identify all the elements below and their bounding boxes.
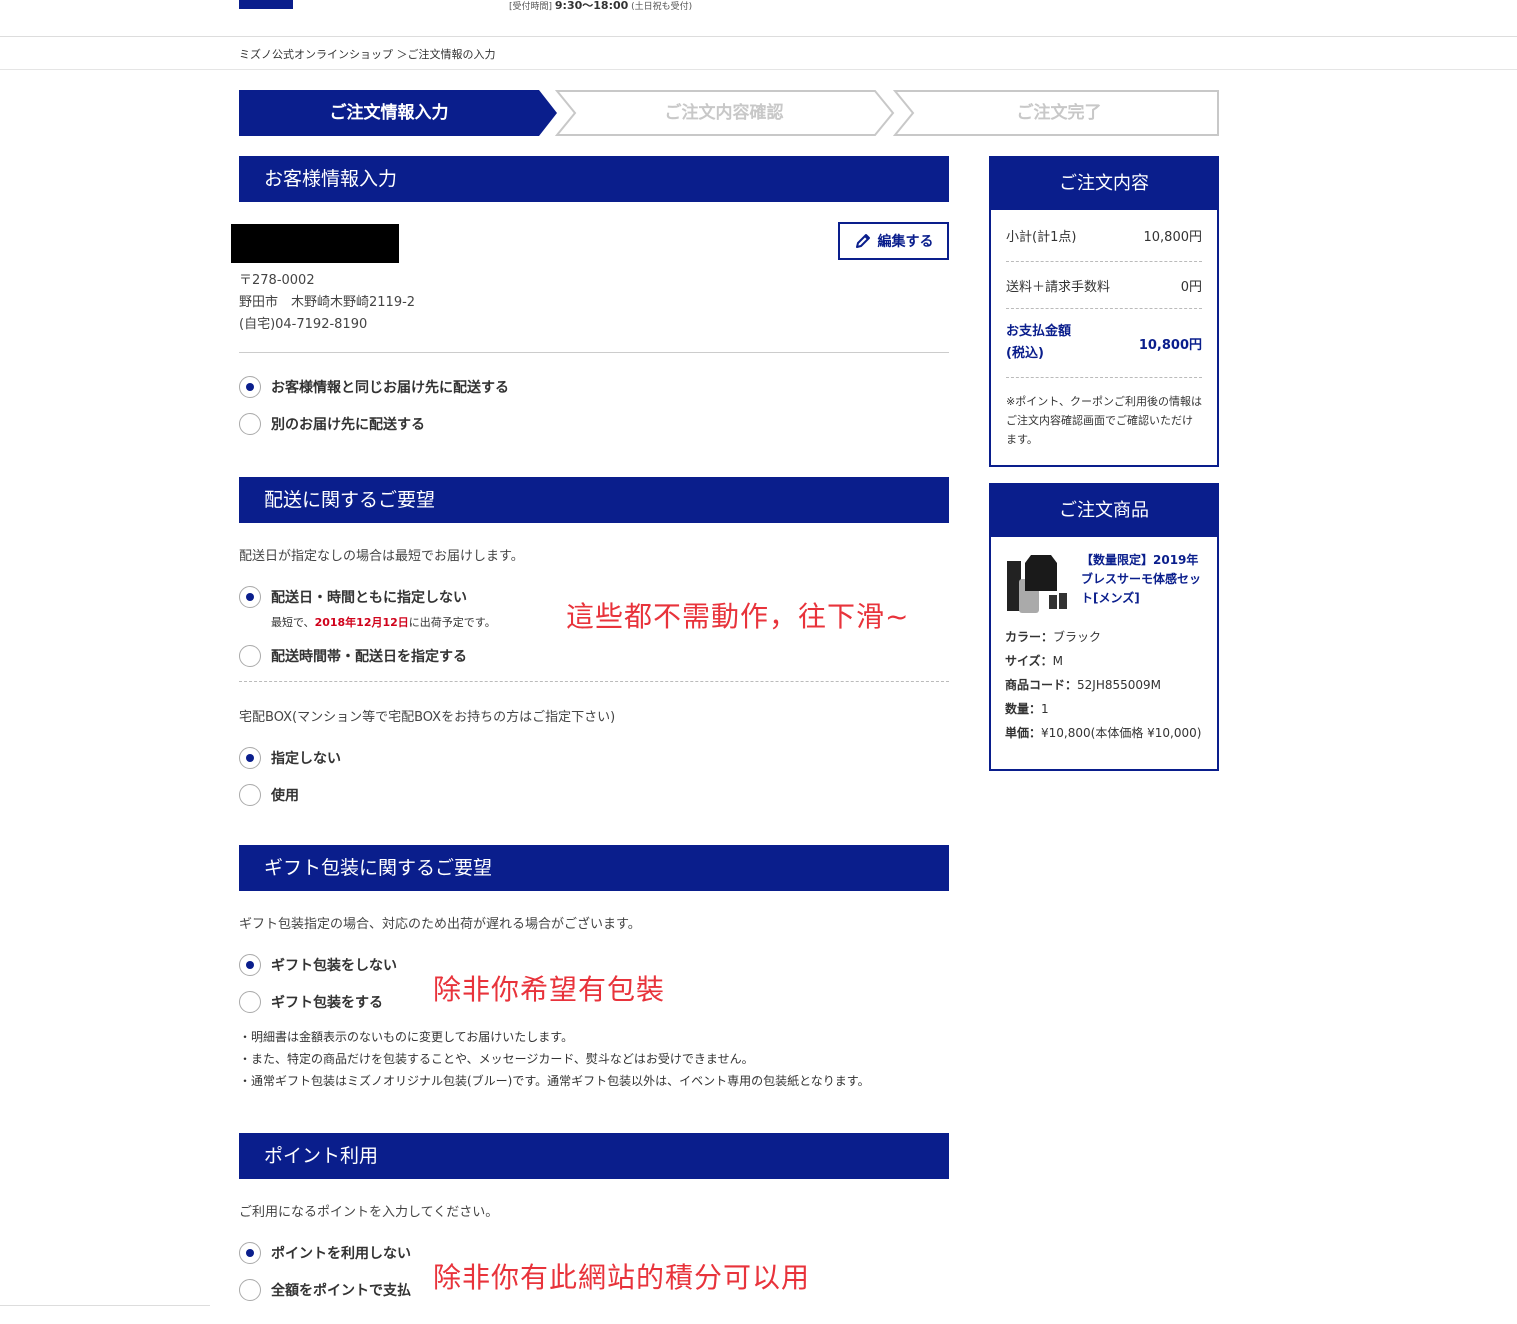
radio-box-none[interactable]: 指定しない <box>239 747 341 769</box>
gift-notes: ・明細書は金額表示のないものに変更してお届けいたします。 ・また、特定の商品だけ… <box>239 1026 870 1092</box>
radio-selected-icon[interactable] <box>239 954 261 976</box>
radio-empty-icon[interactable] <box>239 645 261 667</box>
site-logo[interactable] <box>239 0 293 9</box>
radio-selected-icon[interactable] <box>239 747 261 769</box>
annotation-scroll-down: 這些都不需動作，往下滑~ <box>566 600 910 633</box>
product-item: 【数量限定】2019年ブレスサーモ体感セット[メンズ] <box>1005 551 1203 615</box>
order-items-heading: ご注文商品 <box>991 485 1217 537</box>
total-label: お支払金額 (税込) <box>1006 324 1072 361</box>
product-image[interactable] <box>1005 551 1071 615</box>
radio-empty-icon[interactable] <box>239 1279 261 1301</box>
pencil-icon <box>855 234 870 248</box>
subtotal-value: 10,800円 <box>1143 230 1203 245</box>
radio-selected-icon[interactable] <box>239 586 261 608</box>
gift-note-item: ・また、特定の商品だけを包装することや、メッセージカード、熨斗などはお受けできま… <box>239 1052 754 1066</box>
breadcrumb: ミズノ公式オンラインショップ ＞ご注文情報の入力 <box>239 48 496 61</box>
dashed-divider <box>239 681 949 682</box>
phone: (自宅)04-7192-8190 <box>239 317 368 332</box>
radio-label: ギフト包装をしない <box>271 958 397 974</box>
radio-other-address[interactable]: 別のお届け先に配送する <box>239 413 425 435</box>
radio-label: 指定しない <box>271 751 341 767</box>
bottom-divider <box>0 1305 210 1306</box>
radio-empty-icon[interactable] <box>239 784 261 806</box>
radio-selected-icon[interactable] <box>239 1242 261 1264</box>
product-color: カラー：ブラック <box>1005 630 1102 644</box>
subtotal-label: 小計(計1点) <box>1006 230 1077 245</box>
radio-selected-icon[interactable] <box>239 376 261 398</box>
points-note: ご利用になるポイントを入力してください。 <box>239 1205 499 1220</box>
shipping-date: 2018年12月12日 <box>314 616 409 629</box>
checkout-steps: ご注文情報入力 ご注文内容確認 ご注文完了 <box>239 90 1219 136</box>
gift-note-item: ・明細書は金額表示のないものに変更してお届けいたします。 <box>239 1030 574 1044</box>
total-value: 10,800円 <box>1138 337 1202 353</box>
shipping-row: 送料＋請求手数料 0円 <box>1006 262 1202 309</box>
shipping-value: 0円 <box>1180 279 1202 295</box>
radio-label: 配送日・時間ともに指定しない <box>271 590 467 606</box>
shipping-label: 送料＋請求手数料 <box>1006 279 1111 295</box>
annotation-points: 除非你有此網站的積分可以用 <box>433 1261 811 1294</box>
delivery-heading: 配送に関するご要望 <box>239 477 949 523</box>
header-divider <box>0 36 1517 37</box>
radio-no-date[interactable]: 配送日・時間ともに指定しない <box>239 586 467 608</box>
radio-label: 別のお届け先に配送する <box>271 417 425 433</box>
radio-label: ポイントを利用しない <box>271 1246 411 1262</box>
points-heading: ポイント利用 <box>239 1133 949 1179</box>
shipping-estimate: 最短で、2018年12月12日に出荷予定です。 <box>271 616 496 629</box>
product-price: 単価：¥10,800(本体価格 ¥10,000) <box>1005 726 1202 740</box>
delivery-note: 配送日が指定なしの場合は最短でお届けします。 <box>239 549 524 564</box>
radio-no-points[interactable]: ポイントを利用しない <box>239 1242 411 1264</box>
gift-note: ギフト包装指定の場合、対応のため出荷が遅れる場合がございます。 <box>239 917 641 932</box>
step-order-input: ご注文情報入力 <box>329 103 449 123</box>
radio-label: 使用 <box>271 788 299 804</box>
radio-no-gift[interactable]: ギフト包装をしない <box>239 954 397 976</box>
summary-note: ※ポイント、クーポンご利用後の情報はご注文内容確認画面でご確認いただけます。 <box>1006 395 1202 446</box>
product-attributes: カラー：ブラック サイズ：M 商品コード：52JH855009M 数量：1 単価… <box>1005 625 1203 745</box>
radio-label: ギフト包装をする <box>271 995 383 1011</box>
edit-button[interactable]: 編集する <box>838 222 949 260</box>
radio-box-use[interactable]: 使用 <box>239 784 299 806</box>
product-size: サイズ：M <box>1005 654 1063 668</box>
annotation-gift: 除非你希望有包裝 <box>433 973 666 1006</box>
subtotal-row: 小計(計1点) 10,800円 <box>1006 210 1202 262</box>
step-order-confirm: ご注文内容確認 <box>664 103 784 123</box>
radio-empty-icon[interactable] <box>239 413 261 435</box>
order-summary-heading: ご注文内容 <box>991 158 1217 210</box>
product-code: 商品コード：52JH855009M <box>1005 678 1162 692</box>
gift-note-item: ・通常ギフト包装はミズノオリジナル包装(ブルー)です。通常ギフト包装以外は、イベ… <box>239 1074 870 1088</box>
total-row: お支払金額 (税込) 10,800円 <box>1006 309 1202 378</box>
customer-info-heading: お客様情報入力 <box>239 156 949 202</box>
radio-label: お客様情報と同じお届け先に配送する <box>271 380 509 396</box>
radio-label: 全額をポイントで支払 <box>271 1283 411 1299</box>
radio-gift[interactable]: ギフト包装をする <box>239 991 383 1013</box>
radio-label: 配送時間帯・配送日を指定する <box>271 649 467 665</box>
edit-button-label: 編集する <box>877 233 934 249</box>
product-name-link[interactable]: 【数量限定】2019年ブレスサーモ体感セット[メンズ] <box>1081 551 1203 615</box>
radio-same-address[interactable]: お客様情報と同じお届け先に配送する <box>239 376 509 398</box>
step-order-complete: ご注文完了 <box>1016 103 1102 123</box>
radio-all-points[interactable]: 全額をポイントで支払 <box>239 1279 411 1301</box>
order-summary-box: ご注文内容 小計(計1点) 10,800円 送料＋請求手数料 0円 お支払金額(… <box>989 156 1219 467</box>
breadcrumb-divider <box>0 69 1517 70</box>
address: 野田市 木野崎木野崎2119-2 <box>239 295 416 310</box>
radio-specify-date[interactable]: 配送時間帯・配送日を指定する <box>239 645 467 667</box>
order-items-box: ご注文商品 【数量限定】2019年ブレスサーモ体感セット[メンズ] カラー：ブラ… <box>989 483 1219 771</box>
divider <box>239 352 949 353</box>
radio-empty-icon[interactable] <box>239 991 261 1013</box>
postal-code: 〒278-0002 <box>239 273 315 288</box>
delivery-box-note: 宅配BOX(マンション等で宅配BOXをお持ちの方はご指定下さい) <box>239 710 616 725</box>
redacted-name <box>231 224 399 263</box>
business-hours: [受付時間] 9:30〜18:00 (土日祝も受付) <box>509 0 693 12</box>
gift-heading: ギフト包装に関するご要望 <box>239 845 949 891</box>
product-qty: 数量：1 <box>1005 702 1049 716</box>
